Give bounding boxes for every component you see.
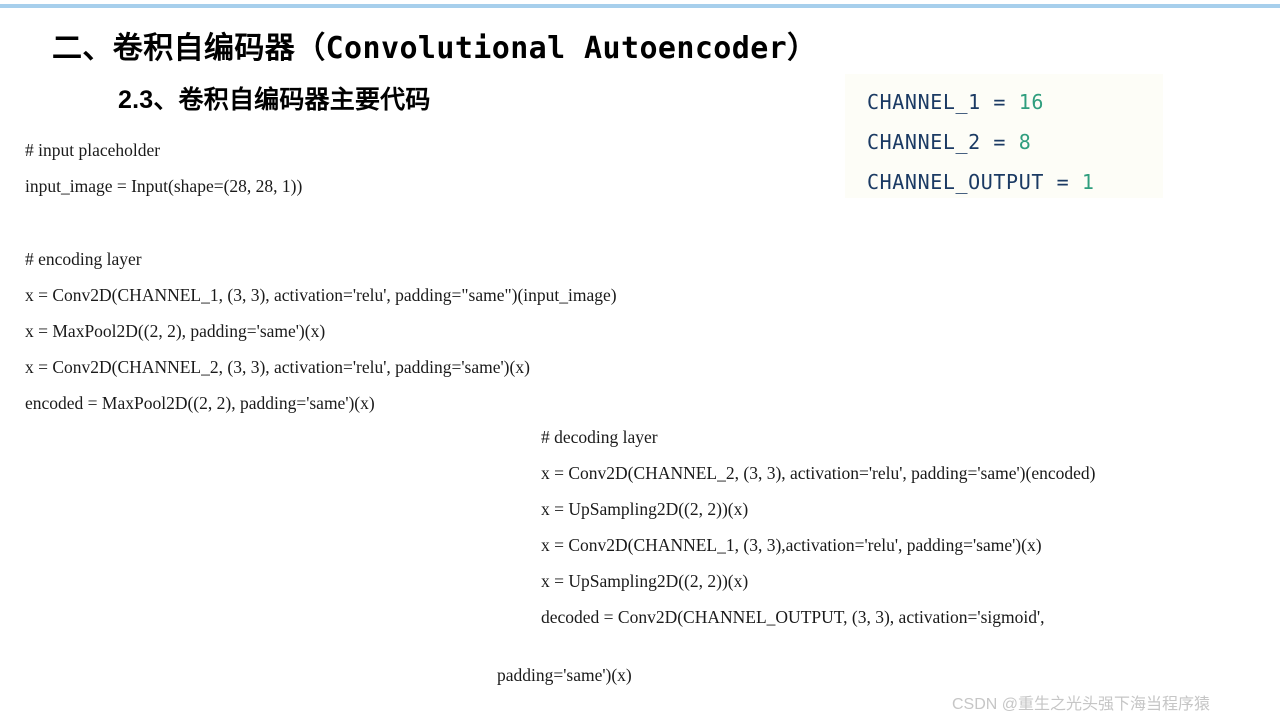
code-line: x = UpSampling2D((2, 2))(x): [541, 571, 749, 591]
code-line: x = Conv2D(CHANNEL_1, (3, 3), activation…: [25, 285, 617, 305]
constant-name: CHANNEL_1: [867, 90, 981, 114]
constant-operator: =: [1043, 170, 1082, 194]
code-line: # decoding layer: [541, 427, 658, 447]
section-subtitle: 2.3、卷积自编码器主要代码: [118, 86, 431, 114]
code-line: decoded = Conv2D(CHANNEL_OUTPUT, (3, 3),…: [541, 607, 1045, 627]
input-placeholder-code-block: # input placeholder input_image = Input(…: [25, 132, 302, 204]
code-line: x = MaxPool2D((2, 2), padding='same')(x): [25, 321, 326, 341]
constant-value: 8: [1018, 130, 1032, 154]
constant-name: CHANNEL_OUTPUT: [867, 170, 1044, 194]
constant-line-channel-2: CHANNEL_2 = 8: [867, 130, 1031, 154]
constant-line-channel-1: CHANNEL_1 = 16: [867, 90, 1044, 114]
top-rule-divider: [0, 4, 1280, 8]
code-line: encoded = MaxPool2D((2, 2), padding='sam…: [25, 393, 375, 413]
slide-canvas: 二、卷积自编码器（Convolutional Autoencoder） 2.3、…: [0, 0, 1280, 720]
code-line-wrapped: padding='same')(x): [497, 665, 632, 685]
constant-operator: =: [980, 130, 1019, 154]
decoding-layer-code-block: # decoding layer x = Conv2D(CHANNEL_2, (…: [541, 419, 1095, 635]
csdn-watermark: CSDN @重生之光头强下海当程序猿: [952, 696, 1211, 713]
code-line: input_image = Input(shape=(28, 28, 1)): [25, 176, 303, 196]
code-line: x = UpSampling2D((2, 2))(x): [541, 499, 749, 519]
code-line: # input placeholder: [25, 140, 161, 160]
constants-code-block: CHANNEL_1 = 16 CHANNEL_2 = 8 CHANNEL_OUT…: [845, 74, 1163, 198]
encoding-layer-code-block: # encoding layer x = Conv2D(CHANNEL_1, (…: [25, 241, 617, 421]
code-line: x = Conv2D(CHANNEL_1, (3, 3),activation=…: [541, 535, 1042, 555]
code-line: x = Conv2D(CHANNEL_2, (3, 3), activation…: [541, 463, 1096, 483]
code-line: x = Conv2D(CHANNEL_2, (3, 3), activation…: [25, 357, 530, 377]
page-title: 二、卷积自编码器（Convolutional Autoencoder）: [52, 31, 818, 66]
constant-operator: =: [980, 90, 1019, 114]
constant-name: CHANNEL_2: [867, 130, 981, 154]
constant-line-channel-output: CHANNEL_OUTPUT = 1: [867, 170, 1095, 194]
constant-value: 1: [1081, 170, 1095, 194]
constant-value: 16: [1018, 90, 1045, 114]
code-line: # encoding layer: [25, 249, 142, 269]
